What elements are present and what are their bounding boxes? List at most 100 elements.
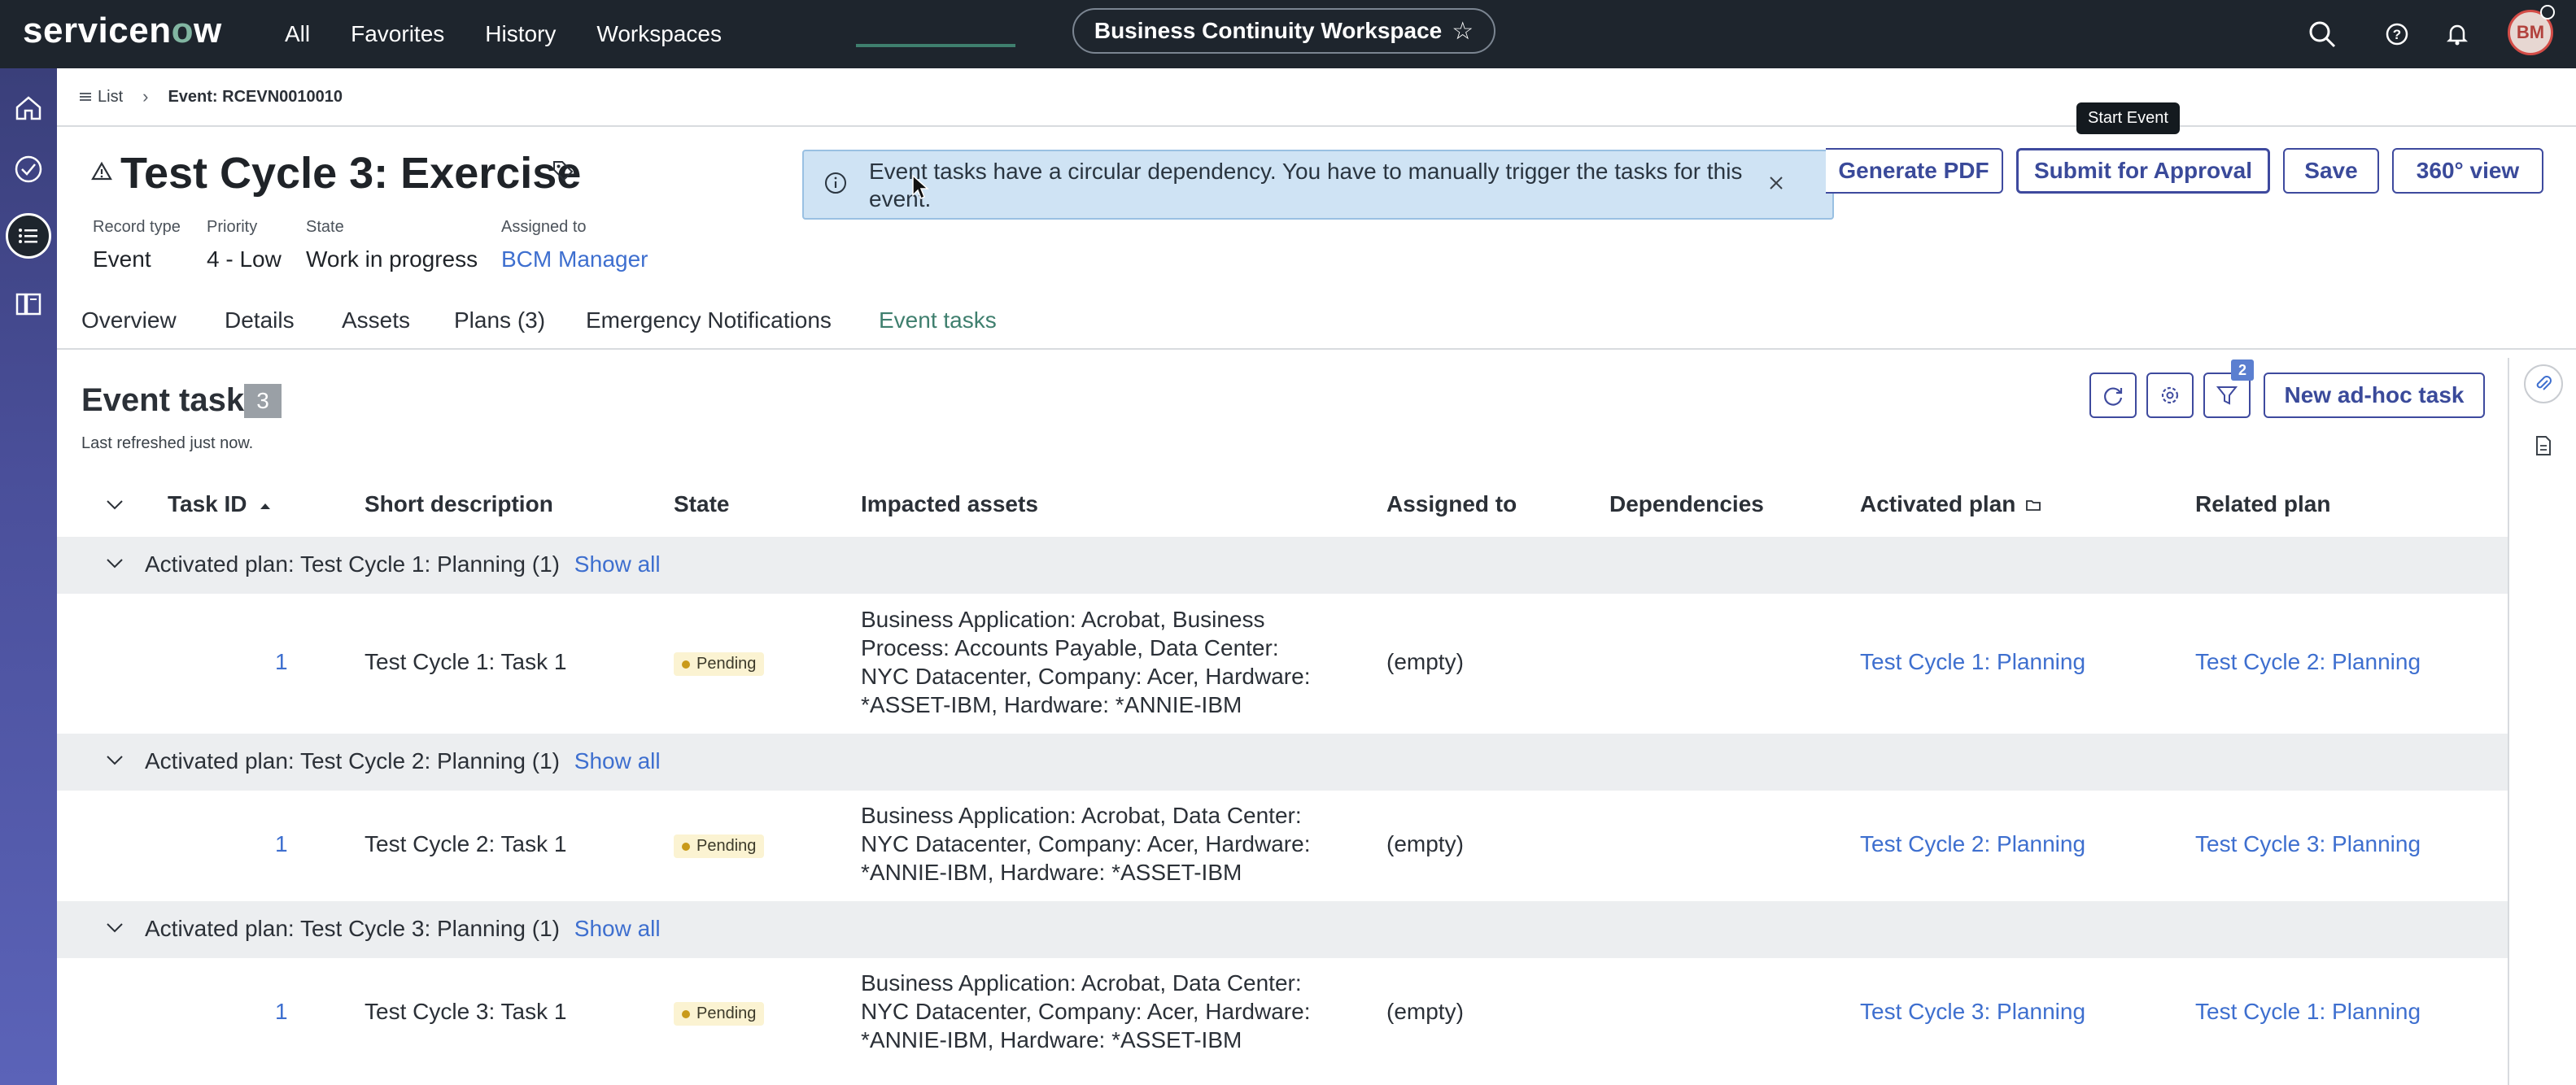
- tab-assets[interactable]: Assets: [342, 307, 410, 333]
- breadcrumb-list[interactable]: List: [80, 88, 123, 107]
- document-icon[interactable]: [2524, 426, 2563, 465]
- column-header-state[interactable]: State: [674, 491, 729, 517]
- nav-favorites[interactable]: Favorites: [351, 21, 444, 47]
- show-all-link[interactable]: Show all: [574, 748, 661, 773]
- warning-icon: [91, 161, 112, 186]
- column-header-task-id[interactable]: Task ID: [168, 491, 273, 517]
- refresh-icon: [2104, 387, 2123, 406]
- chevron-right-icon: ›: [142, 86, 149, 107]
- check-circle-icon[interactable]: [6, 146, 51, 192]
- assigned-to-link[interactable]: BCM Manager: [501, 246, 648, 272]
- activated-plan-link[interactable]: Test Cycle 3: Planning: [1860, 999, 2085, 1025]
- book-icon[interactable]: [6, 281, 51, 327]
- record-title: Test Cycle 3: Exercise: [120, 149, 582, 198]
- tab-overview[interactable]: Overview: [81, 307, 177, 333]
- group-row[interactable]: Activated plan: Test Cycle 1: Planning (…: [57, 537, 2508, 594]
- breadcrumb-current: Event: RCEVN0010010: [168, 87, 343, 106]
- record-tabs: Overview Details Assets Plans (3) Emerge…: [57, 301, 2576, 350]
- meta-assigned-to: Assigned to BCM Manager: [501, 218, 648, 272]
- task-id-link[interactable]: 1: [275, 649, 288, 675]
- nav-workspaces[interactable]: Workspaces: [596, 21, 722, 47]
- presence-indicator: [2540, 5, 2555, 20]
- star-icon[interactable]: ☆: [1452, 17, 1474, 46]
- gear-icon: [2161, 386, 2179, 404]
- column-header-activated-plan[interactable]: Activated plan: [1860, 491, 2041, 517]
- tab-plans[interactable]: Plans (3): [454, 307, 545, 333]
- task-id-link[interactable]: 1: [275, 831, 288, 857]
- column-header-short-description[interactable]: Short description: [365, 491, 553, 517]
- column-header-label: Activated plan: [1860, 491, 2016, 516]
- help-icon[interactable]: ?: [2377, 15, 2417, 54]
- chevron-down-icon[interactable]: [106, 755, 124, 770]
- related-plan-link[interactable]: Test Cycle 2: Planning: [2195, 649, 2421, 675]
- last-refreshed-text: Last refreshed just now.: [81, 434, 254, 452]
- chevron-down-icon[interactable]: [106, 558, 124, 573]
- column-header-assigned-to[interactable]: Assigned to: [1386, 491, 1517, 517]
- meta-label: Assigned to: [501, 218, 587, 236]
- info-icon: [823, 171, 848, 199]
- breadcrumb: List › Event: RCEVN0010010: [57, 68, 2576, 127]
- impacted-assets: Business Application: Acrobat, Data Cent…: [861, 803, 1311, 885]
- short-description: Test Cycle 3: Task 1: [365, 999, 567, 1024]
- collapse-all-chevron-icon[interactable]: [106, 499, 124, 515]
- tab-details[interactable]: Details: [225, 307, 295, 333]
- tab-emergency-notifications[interactable]: Emergency Notifications: [586, 307, 832, 333]
- meta-label: Record type: [93, 218, 181, 236]
- save-button[interactable]: Save: [2283, 148, 2379, 194]
- workspace-selector[interactable]: Business Continuity Workspace ☆: [1072, 8, 1495, 54]
- search-icon[interactable]: [2303, 15, 2342, 54]
- meta-state: State Work in progress: [306, 218, 478, 272]
- state-badge-label: Pending: [696, 1004, 757, 1022]
- assigned-to: (empty): [1386, 649, 1464, 674]
- meta-label: State: [306, 218, 344, 236]
- mouse-cursor-icon: [911, 174, 929, 204]
- state-badge-label: Pending: [696, 837, 757, 855]
- group-row[interactable]: Activated plan: Test Cycle 3: Planning (…: [57, 901, 2508, 958]
- close-icon[interactable]: [1767, 174, 1785, 196]
- related-plan-link[interactable]: Test Cycle 3: Planning: [2195, 831, 2421, 857]
- servicenow-logo[interactable]: servicenow: [23, 8, 222, 54]
- generate-pdf-button[interactable]: Generate PDF: [1826, 148, 2003, 194]
- home-icon[interactable]: [6, 85, 51, 130]
- refresh-button[interactable]: [2089, 373, 2137, 418]
- top-navigation-bar: servicenow All Favorites History Workspa…: [0, 0, 2576, 68]
- column-header-dependencies[interactable]: Dependencies: [1609, 491, 1764, 517]
- group-row[interactable]: Activated plan: Test Cycle 2: Planning (…: [57, 734, 2508, 791]
- group-label-text: Activated plan: Test Cycle 3: Planning (…: [145, 916, 560, 941]
- group-label-text: Activated plan: Test Cycle 1: Planning (…: [145, 551, 560, 577]
- settings-button[interactable]: [2146, 373, 2194, 418]
- show-all-link[interactable]: Show all: [574, 916, 661, 941]
- 360-view-button[interactable]: 360° view: [2392, 148, 2543, 194]
- status-dot: [682, 660, 690, 669]
- tag-icon[interactable]: [552, 159, 574, 186]
- meta-value: Work in progress: [306, 246, 478, 272]
- tab-event-tasks[interactable]: Event tasks: [879, 307, 997, 333]
- submit-for-approval-button[interactable]: Submit for Approval: [2016, 148, 2270, 194]
- impacted-assets: Business Application: Acrobat, Data Cent…: [861, 970, 1311, 1052]
- filter-icon: [2216, 386, 2238, 405]
- impacted-assets: Business Application: Acrobat, Business …: [861, 607, 1311, 717]
- column-header-impacted-assets[interactable]: Impacted assets: [861, 491, 1038, 517]
- column-header-related-plan[interactable]: Related plan: [2195, 491, 2330, 517]
- show-all-link[interactable]: Show all: [574, 551, 661, 577]
- nav-history[interactable]: History: [485, 21, 556, 47]
- related-plan-link[interactable]: Test Cycle 1: Planning: [2195, 999, 2421, 1025]
- list-icon[interactable]: [6, 213, 51, 259]
- activated-plan-link[interactable]: Test Cycle 2: Planning: [1860, 831, 2085, 857]
- chevron-down-icon[interactable]: [106, 922, 124, 938]
- workspace-name: Business Continuity Workspace: [1094, 18, 1443, 43]
- bell-icon[interactable]: [2438, 15, 2477, 54]
- panel-title: Event task: [81, 382, 245, 418]
- attachment-icon[interactable]: [2524, 364, 2563, 403]
- breadcrumb-list-label: List: [98, 87, 124, 106]
- status-dot: [682, 1009, 690, 1018]
- meta-label: Priority: [207, 218, 258, 236]
- nav-all[interactable]: All: [285, 21, 310, 47]
- new-ad-hoc-task-button[interactable]: New ad-hoc task: [2264, 373, 2485, 418]
- status-dot: [682, 842, 690, 851]
- state-badge-label: Pending: [696, 655, 757, 673]
- state-badge: Pending: [674, 1002, 765, 1026]
- task-id-link[interactable]: 1: [275, 999, 288, 1025]
- column-header-label: Task ID: [168, 491, 247, 516]
- activated-plan-link[interactable]: Test Cycle 1: Planning: [1860, 649, 2085, 675]
